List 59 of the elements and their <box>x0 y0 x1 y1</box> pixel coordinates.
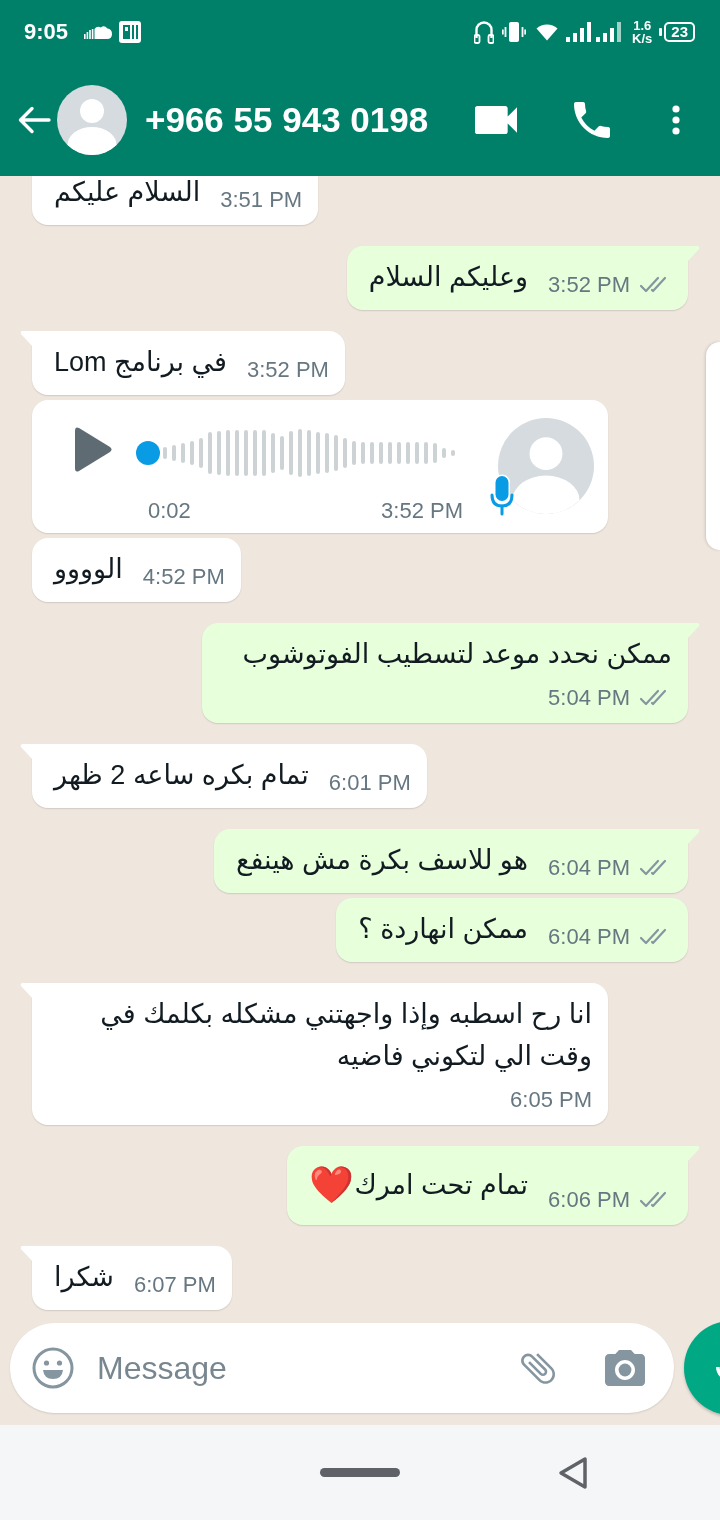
playhead-thumb[interactable] <box>136 441 160 465</box>
message-text: ممكن انهاردة ؟ <box>358 913 529 947</box>
message-text: هو للاسف بكرة مش هينفع <box>236 844 529 878</box>
avatar-icon[interactable] <box>498 418 594 514</box>
heart-icon: ❤ <box>309 1156 355 1213</box>
voice-duration: 0:02 <box>148 498 191 524</box>
bubble-tail-icon <box>20 331 34 348</box>
phone-icon[interactable] <box>574 102 610 138</box>
message-time: 3:51 PM <box>220 187 303 213</box>
bubble-tail-icon <box>20 983 34 1000</box>
message-text: تمام بكره ساعه 2 ظهر <box>54 759 309 793</box>
more-options-icon[interactable] <box>672 105 680 135</box>
bubble-tail-icon <box>686 623 700 640</box>
signal-icon <box>566 22 593 42</box>
message-time: 4:52 PM <box>142 564 225 590</box>
contact-name: +966 55 943 0198 <box>145 100 430 140</box>
network-speed-unit: K/s <box>632 32 653 45</box>
message-time: 6:05 PM <box>510 1087 592 1113</box>
message-time: 6:01 PM <box>328 770 411 796</box>
message-time: 3:52 PM <box>381 498 463 524</box>
bubble-tail-icon <box>20 744 34 761</box>
network-speed-value: 1.6 <box>633 19 652 32</box>
message-text: وعليكم السلام <box>368 261 529 295</box>
headphones-icon <box>474 19 495 45</box>
bubble-tail-icon <box>686 246 700 263</box>
bubble-tail-icon <box>20 1246 34 1263</box>
message-time: 3:52 PM <box>247 357 329 383</box>
play-icon[interactable] <box>75 426 112 473</box>
camera-icon[interactable] <box>605 1350 645 1386</box>
message-time: 6:04 PM <box>548 855 630 881</box>
message-text: شكرا <box>54 1261 114 1295</box>
message-time: 6:04 PM <box>548 924 630 950</box>
message-time: 3:52 PM <box>548 272 630 298</box>
microphone-icon <box>489 474 515 516</box>
status-time: 9:05 <box>24 19 69 45</box>
vibrate-icon <box>502 20 527 44</box>
signal-icon <box>596 22 623 42</box>
cloud-icon <box>84 25 113 39</box>
back-arrow-icon[interactable] <box>17 105 51 135</box>
bubble-tail-icon <box>686 1146 700 1163</box>
message-text: تمام تحت امرك <box>354 1168 529 1203</box>
app-notification-icon <box>119 21 142 43</box>
message-time: 5:04 PM <box>548 685 630 711</box>
wifi-icon <box>536 23 559 41</box>
message-text: السلام عليكم <box>54 176 201 210</box>
battery-indicator: 23 <box>659 22 695 42</box>
message-input[interactable]: Message <box>97 1349 517 1387</box>
home-handle[interactable] <box>320 1468 400 1477</box>
message-text: الوووو <box>54 553 123 587</box>
message-text: في برنامج Lom <box>54 346 227 380</box>
message-time: 6:06 PM <box>548 1187 630 1213</box>
video-camera-icon[interactable] <box>475 106 517 134</box>
bubble-tail-icon <box>686 829 700 846</box>
message-text: ممكن نحدد موعد لتسطيب الفوتوشوب <box>242 638 672 672</box>
message-field[interactable]: Message <box>10 1323 674 1413</box>
avatar-icon[interactable] <box>57 85 127 155</box>
emoji-icon[interactable] <box>32 1347 74 1389</box>
message-text: انا رح اسطبه وإذا واجهتني مشكله بكلمك في وقت الي لتكوني فاضيه <box>99 998 592 1074</box>
message-time: 6:07 PM <box>133 1272 216 1298</box>
